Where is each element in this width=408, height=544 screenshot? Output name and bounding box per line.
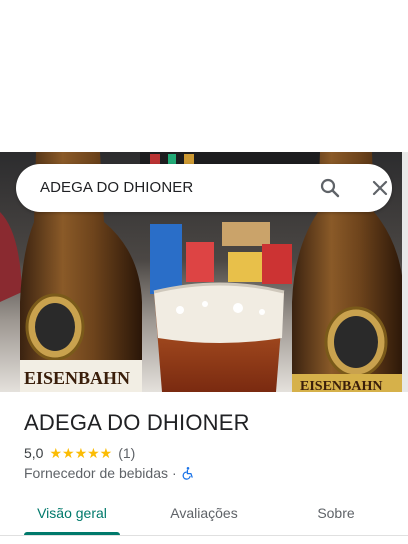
right-bottle-label: EISENBAHN [300, 379, 382, 392]
search-icon[interactable] [318, 176, 342, 200]
tab-about[interactable]: Sobre [288, 496, 384, 532]
tab-overview[interactable]: Visão geral [24, 496, 120, 532]
blank-area [0, 0, 408, 152]
rating-row[interactable]: 5,0 ★★★★★ (1) [24, 444, 135, 462]
place-tabs: Visão geral Avaliações Sobre [0, 496, 408, 544]
place-title: ADEGA DO DHIONER [24, 410, 250, 435]
review-count[interactable]: (1) [118, 445, 135, 461]
photo-edge [402, 152, 408, 392]
search-box[interactable]: ADEGA DO DHIONER [16, 164, 392, 212]
tab-reviews[interactable]: Avaliações [156, 496, 252, 532]
place-category[interactable]: Fornecedor de bebidas [24, 465, 168, 481]
rating-stars: ★★★★★ [49, 444, 113, 461]
close-icon[interactable] [368, 176, 392, 200]
category-row: Fornecedor de bebidas · [24, 464, 195, 482]
wheelchair-accessible-icon [181, 466, 195, 480]
separator-dot: · [172, 465, 177, 481]
tabs-divider [0, 535, 408, 536]
search-input[interactable]: ADEGA DO DHIONER [40, 164, 193, 212]
left-bottle-label: EISENBAHN [24, 368, 130, 388]
rating-value: 5,0 [24, 445, 44, 461]
